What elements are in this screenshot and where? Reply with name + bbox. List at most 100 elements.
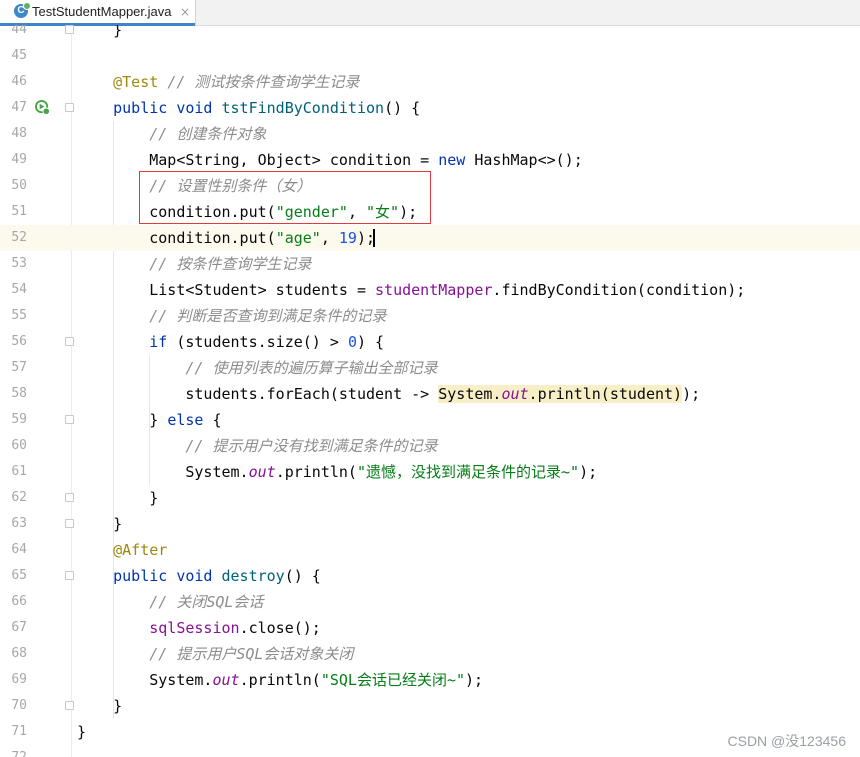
code-line[interactable]: 69 System.out.println("SQL会话已经关闭~"); xyxy=(0,667,860,693)
code-text[interactable]: students.forEach(student -> System.out.p… xyxy=(77,381,700,407)
code-token: () { xyxy=(384,99,421,117)
line-number: 53 xyxy=(11,256,27,271)
line-number: 48 xyxy=(11,126,27,141)
code-text[interactable]: public void destroy() { xyxy=(77,563,321,589)
fold-marker-icon[interactable] xyxy=(65,519,74,528)
code-line[interactable]: 45 xyxy=(0,43,860,69)
line-number: 67 xyxy=(11,620,27,635)
code-line[interactable]: 44 } xyxy=(0,25,860,43)
code-text[interactable]: // 使用列表的遍历算子输出全部记录 xyxy=(77,355,437,381)
code-token: // 提示用户没有找到满足条件的记录 xyxy=(185,437,438,455)
code-text[interactable]: } xyxy=(77,511,122,537)
code-line[interactable]: 60 // 提示用户没有找到满足条件的记录 xyxy=(0,433,860,459)
code-text[interactable]: // 关闭SQL会话 xyxy=(77,589,263,615)
code-line[interactable]: 70 } xyxy=(0,693,860,719)
code-text[interactable]: // 创建条件对象 xyxy=(77,121,266,147)
fold-marker-icon[interactable] xyxy=(65,103,74,112)
code-token: ); xyxy=(579,463,598,481)
code-token: .println( xyxy=(275,463,357,481)
code-token: "SQL会话已经关闭~" xyxy=(320,671,466,689)
line-number: 62 xyxy=(11,490,27,505)
code-line[interactable]: 48 // 创建条件对象 xyxy=(0,121,860,147)
code-token: // 关闭SQL会话 xyxy=(149,593,264,611)
code-text[interactable]: // 判断是否查询到满足条件的记录 xyxy=(77,303,386,329)
fold-marker-icon[interactable] xyxy=(65,25,74,34)
code-token: // 测试按条件查询学生记录 xyxy=(167,73,360,91)
code-token: .close(); xyxy=(239,619,321,637)
code-line[interactable]: 49 Map<String, Object> condition = new H… xyxy=(0,147,860,173)
code-text[interactable]: } xyxy=(77,25,122,43)
code-token: (students.size() > xyxy=(167,333,348,351)
code-line[interactable]: 57 // 使用列表的遍历算子输出全部记录 xyxy=(0,355,860,381)
line-number: 51 xyxy=(11,204,27,219)
code-line[interactable]: 65 public void destroy() { xyxy=(0,563,860,589)
code-text[interactable]: // 提示用户没有找到满足条件的记录 xyxy=(77,433,437,459)
code-line[interactable]: 56 if (students.size() > 0) { xyxy=(0,329,860,355)
fold-marker-icon[interactable] xyxy=(65,493,74,502)
code-token: ); xyxy=(682,385,701,403)
line-number: 52 xyxy=(11,230,27,245)
line-number: 72 xyxy=(0,745,27,757)
code-line[interactable]: 67 sqlSession.close(); xyxy=(0,615,860,641)
run-test-icon[interactable] xyxy=(35,100,50,115)
fold-marker-icon[interactable] xyxy=(65,701,74,710)
code-line[interactable]: 46 @Test // 测试按条件查询学生记录 xyxy=(0,69,860,95)
file-tab[interactable]: C TestStudentMapper.java × xyxy=(0,0,196,26)
code-line[interactable]: 64 @After xyxy=(0,537,860,563)
code-line[interactable]: 53 // 按条件查询学生记录 xyxy=(0,251,860,277)
code-editor[interactable]: 44 } 45 46 @Test // 测试按条件查询学生记录 47 public v… xyxy=(0,25,860,757)
code-text[interactable]: } else { xyxy=(77,407,221,433)
code-line[interactable]: 61 System.out.println("遗憾，没找到满足条件的记录~"); xyxy=(0,459,860,485)
code-line[interactable]: 62 } xyxy=(0,485,860,511)
code-text[interactable]: @After xyxy=(77,537,167,563)
code-token: else xyxy=(167,411,204,429)
code-line[interactable]: 55 // 判断是否查询到满足条件的记录 xyxy=(0,303,860,329)
line-number: 65 xyxy=(11,568,27,583)
code-token: } xyxy=(77,25,123,39)
code-text[interactable]: List<Student> students = studentMapper.f… xyxy=(77,277,745,303)
fold-marker-icon[interactable] xyxy=(65,337,74,346)
code-text[interactable]: sqlSession.close(); xyxy=(77,615,321,641)
code-line[interactable]: 66 // 关闭SQL会话 xyxy=(0,589,860,615)
fold-marker-icon[interactable] xyxy=(65,571,74,580)
code-text[interactable]: } xyxy=(77,693,122,719)
code-token: List<Student> students = xyxy=(77,281,376,299)
code-token: () { xyxy=(284,567,321,585)
code-line[interactable]: 52 condition.put("age", 19); xyxy=(0,225,860,251)
code-line[interactable]: 58 students.forEach(student -> System.ou… xyxy=(0,381,860,407)
code-text[interactable]: Map<String, Object> condition = new Hash… xyxy=(77,147,583,173)
code-text[interactable]: } xyxy=(77,719,86,745)
code-text[interactable]: condition.put("age", 19); xyxy=(77,225,375,251)
code-text[interactable]: if (students.size() > 0) { xyxy=(77,329,384,355)
java-class-icon: C xyxy=(14,2,31,18)
line-number: 49 xyxy=(11,152,27,167)
code-line[interactable]: 47 public void tstFindByCondition() { xyxy=(0,95,860,121)
code-text[interactable]: @Test // 测试按条件查询学生记录 xyxy=(77,69,359,95)
line-number: 46 xyxy=(11,74,27,89)
code-text[interactable]: // 按条件查询学生记录 xyxy=(77,251,311,277)
code-token: out xyxy=(501,385,529,403)
code-token: void xyxy=(176,99,213,117)
fold-marker-icon[interactable] xyxy=(65,415,74,424)
code-text[interactable]: // 提示用户SQL会话对象关闭 xyxy=(77,641,353,667)
code-token: System. xyxy=(438,385,502,403)
line-number: 63 xyxy=(11,516,27,531)
code-line[interactable]: 59 } else { xyxy=(0,407,860,433)
code-token: System. xyxy=(77,463,249,481)
code-text[interactable]: public void tstFindByCondition() { xyxy=(77,95,420,121)
code-text[interactable]: System.out.println("遗憾，没找到满足条件的记录~"); xyxy=(77,459,597,485)
code-text[interactable]: System.out.println("SQL会话已经关闭~"); xyxy=(77,667,483,693)
code-line[interactable]: 68 // 提示用户SQL会话对象关闭 xyxy=(0,641,860,667)
code-line[interactable]: 54 List<Student> students = studentMappe… xyxy=(0,277,860,303)
code-text[interactable]: } xyxy=(77,485,158,511)
code-line[interactable]: 63 } xyxy=(0,511,860,537)
close-tab-icon[interactable]: × xyxy=(180,4,190,20)
